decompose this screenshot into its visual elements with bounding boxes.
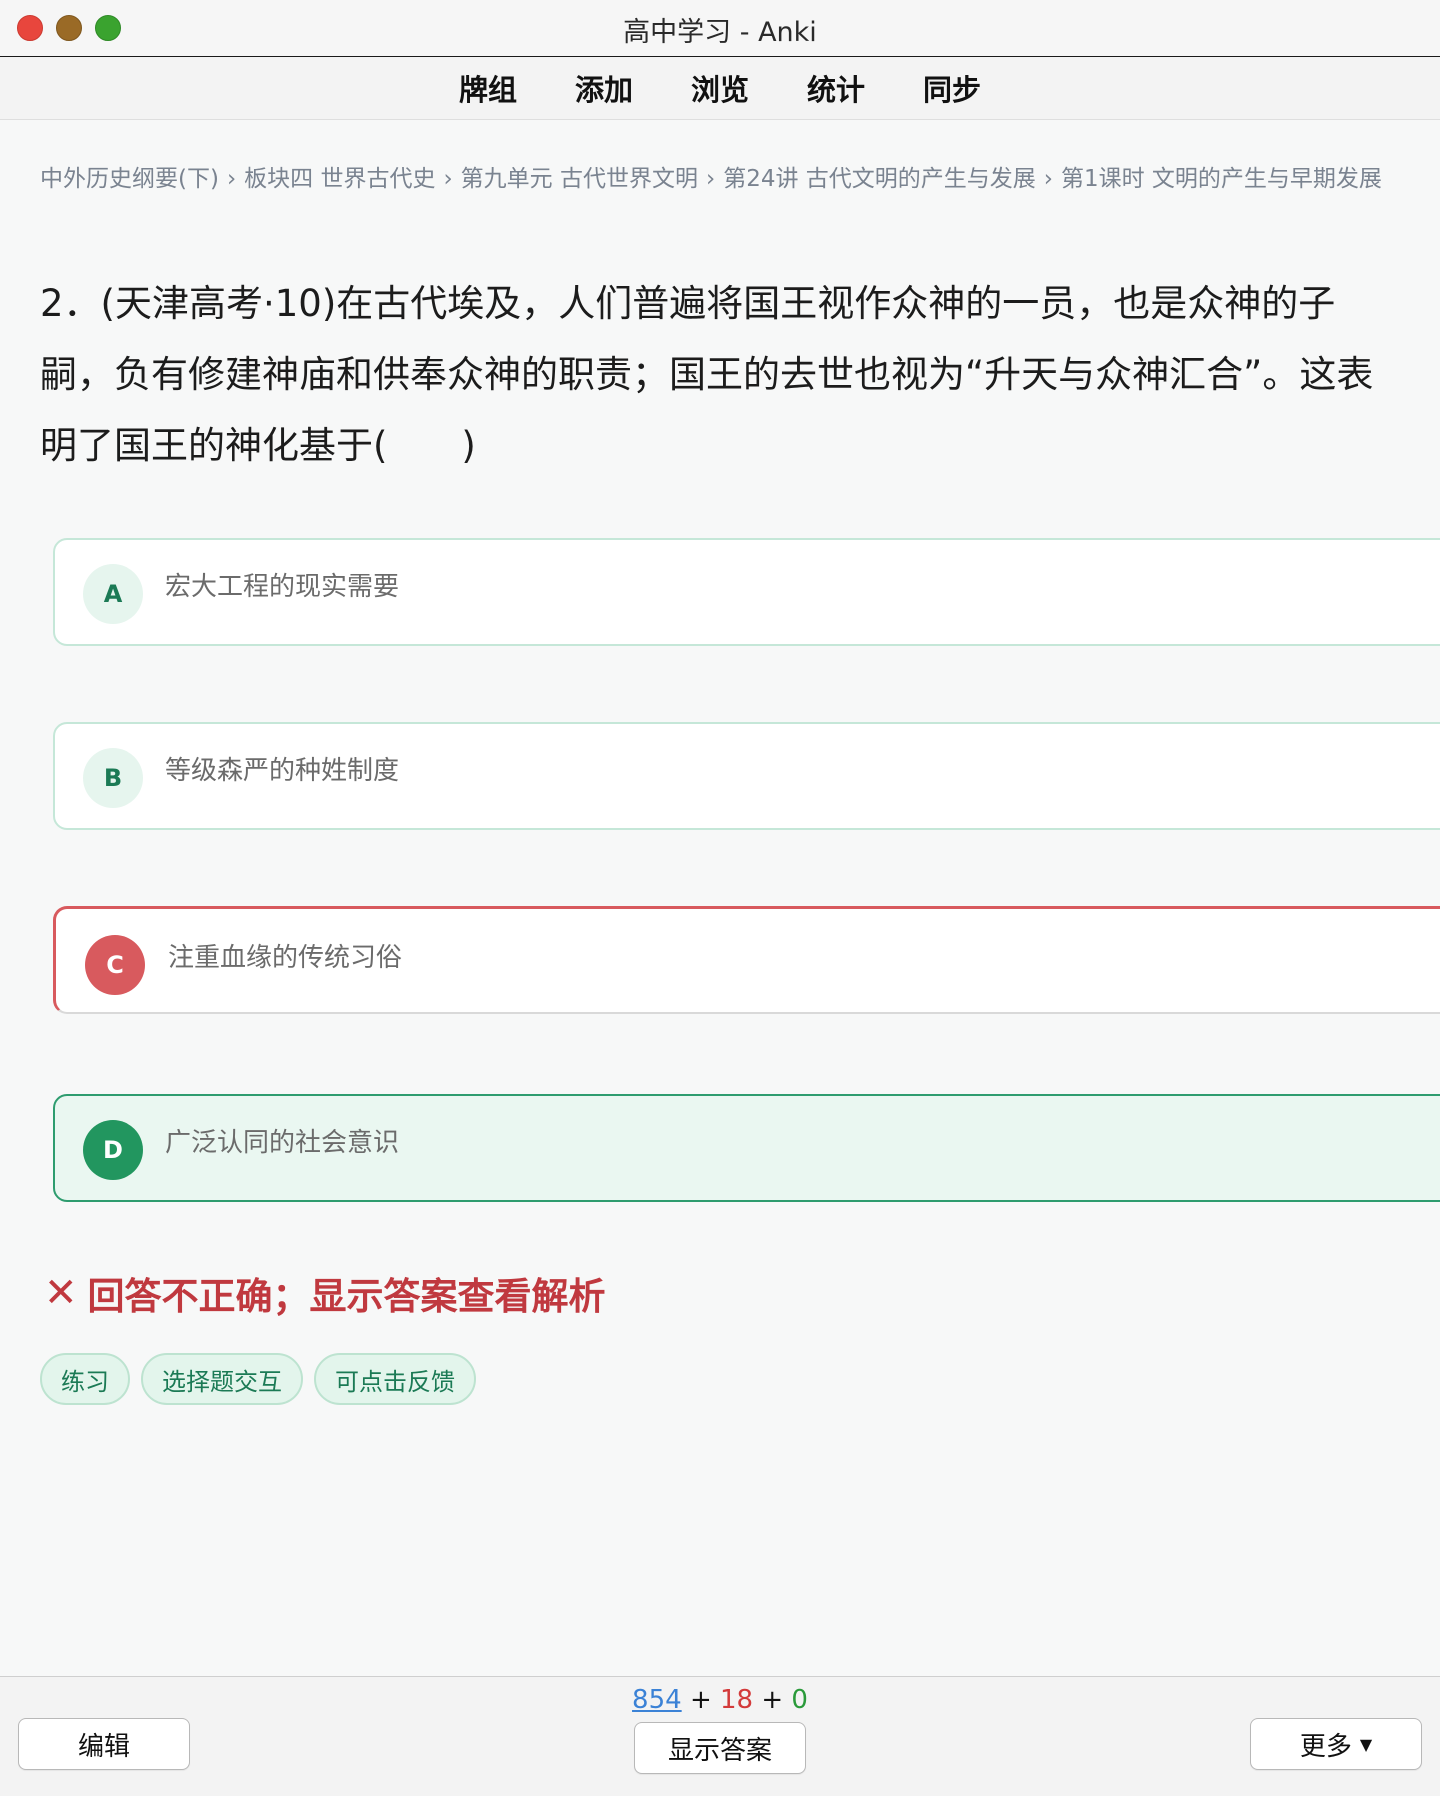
breadcrumb-separator: › bbox=[443, 166, 453, 192]
toolbar-decks[interactable]: 牌组 bbox=[430, 67, 546, 109]
breadcrumb-separator: › bbox=[226, 166, 237, 192]
learning-count: 18 bbox=[720, 1685, 754, 1715]
tag-choice-interaction[interactable]: 选择题交互 bbox=[141, 1353, 303, 1405]
anki-window: 高中学习 - Anki 牌组 添加 浏览 统计 同步 中外历史纲要(下) › 板块四… bbox=[0, 0, 1440, 1796]
tag-clickable-feedback[interactable]: 可点击反馈 bbox=[314, 1353, 476, 1405]
count-plus: + bbox=[689, 1685, 712, 1715]
more-label: 更多 bbox=[1299, 1731, 1352, 1762]
option-d[interactable]: D 广泛认同的社会意识 bbox=[53, 1094, 1440, 1202]
option-letter-badge: D bbox=[83, 1120, 143, 1180]
toolbar-browse[interactable]: 浏览 bbox=[662, 67, 778, 109]
show-answer-button[interactable]: 显示答案 bbox=[634, 1722, 806, 1774]
question-text: 2．(天津高考·10)在古代埃及，人们普遍将国王视作众神的一员，也是众神的子嗣，… bbox=[40, 282, 1374, 467]
caret-down-icon: ▼ bbox=[1359, 1734, 1373, 1754]
toolbar-sync[interactable]: 同步 bbox=[894, 67, 1010, 109]
window-title: 高中学习 - Anki bbox=[623, 17, 817, 48]
option-letter-badge: A bbox=[83, 564, 143, 624]
tag-practice[interactable]: 练习 bbox=[40, 1353, 130, 1405]
option-a[interactable]: A 宏大工程的现实需要 bbox=[53, 538, 1440, 646]
breadcrumb-item: 板块四 世界古代史 bbox=[244, 166, 436, 192]
more-button[interactable]: 更多 ▼ bbox=[1250, 1718, 1422, 1770]
breadcrumb-separator: › bbox=[1043, 166, 1053, 192]
wrong-x-icon: ✕ bbox=[44, 1270, 78, 1316]
breadcrumb-separator: › bbox=[705, 166, 716, 192]
bottom-bar: 854 + 18 + 0 编辑 显示答案 更多 ▼ bbox=[0, 1676, 1440, 1796]
breadcrumb-item: 第24讲 古代文明的产生与发展 bbox=[723, 166, 1036, 192]
option-text: 等级森严的种姓制度 bbox=[165, 756, 400, 786]
tag-list: 练习 选择题交互 可点击反馈 bbox=[40, 1353, 476, 1405]
option-text: 宏大工程的现实需要 bbox=[165, 572, 400, 602]
new-count[interactable]: 854 bbox=[632, 1685, 682, 1715]
breadcrumb-item: 中外历史纲要(下) bbox=[40, 166, 219, 192]
option-c[interactable]: C 注重血缘的传统习俗 bbox=[53, 906, 1440, 1014]
title-bar: 高中学习 - Anki bbox=[0, 0, 1440, 57]
toolbar-add[interactable]: 添加 bbox=[546, 67, 662, 109]
due-counts: 854 + 18 + 0 bbox=[0, 1685, 1440, 1715]
option-letter-badge: B bbox=[83, 748, 143, 808]
feedback-text: 回答不正确；显示答案查看解析 bbox=[87, 1275, 606, 1318]
breadcrumb: 中外历史纲要(下) › 板块四 世界古代史 › 第九单元 古代世界文明 › 第24讲 古代文… bbox=[40, 158, 1410, 201]
main-toolbar: 牌组 添加 浏览 统计 同步 bbox=[0, 57, 1440, 120]
breadcrumb-item: 第1课时 文明的产生与早期发展 bbox=[1060, 166, 1382, 192]
option-text: 注重血缘的传统习俗 bbox=[168, 943, 403, 973]
answer-feedback: ✕ 回答不正确；显示答案查看解析 bbox=[44, 1266, 606, 1320]
option-text: 广泛认同的社会意识 bbox=[165, 1128, 400, 1158]
option-b[interactable]: B 等级森严的种姓制度 bbox=[53, 722, 1440, 830]
count-plus: + bbox=[761, 1685, 784, 1715]
review-count: 0 bbox=[791, 1685, 808, 1715]
toolbar-stats[interactable]: 统计 bbox=[778, 67, 894, 109]
option-letter-badge: C bbox=[85, 935, 145, 995]
breadcrumb-item: 第九单元 古代世界文明 bbox=[460, 166, 698, 192]
edit-button[interactable]: 编辑 bbox=[18, 1718, 190, 1770]
